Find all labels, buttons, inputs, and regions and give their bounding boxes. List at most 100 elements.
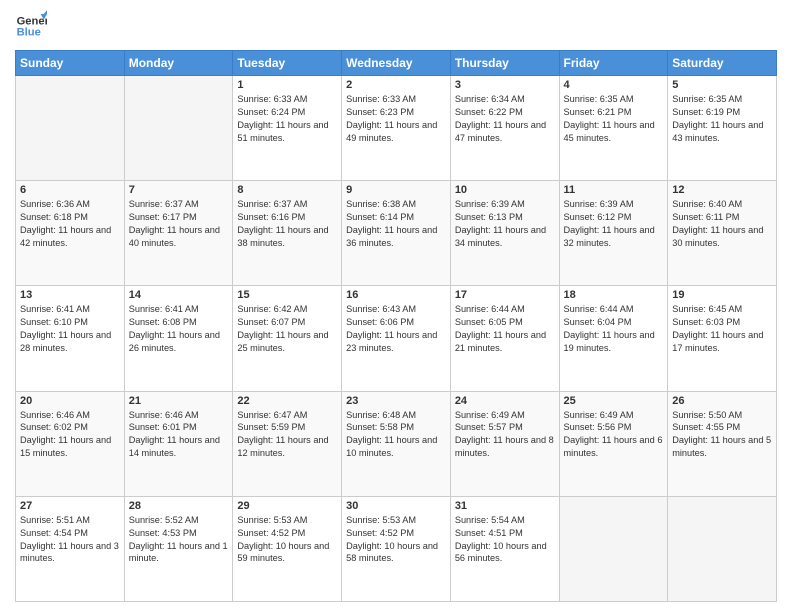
day-info: Sunrise: 6:33 AM Sunset: 6:24 PM Dayligh… [237,93,337,145]
calendar-cell: 10Sunrise: 6:39 AM Sunset: 6:13 PM Dayli… [450,181,559,286]
day-info: Sunrise: 6:34 AM Sunset: 6:22 PM Dayligh… [455,93,555,145]
day-number: 18 [564,289,664,301]
day-info: Sunrise: 6:35 AM Sunset: 6:21 PM Dayligh… [564,93,664,145]
day-info: Sunrise: 5:53 AM Sunset: 4:52 PM Dayligh… [237,514,337,566]
calendar-cell: 30 Sunrise: 5:53 AM Sunset: 4:52 PM Dayli… [342,496,451,601]
page: General Blue SundayMondayTuesdayWednesda… [0,0,792,612]
day-info: Sunrise: 6:33 AM Sunset: 6:23 PM Dayligh… [346,93,446,145]
calendar-cell: 15 Sunrise: 6:42 AM Sunset: 6:07 PM Dayli… [233,286,342,391]
day-info: Sunrise: 6:46 AM Sunset: 6:02 PM Dayligh… [20,409,120,461]
calendar-cell: 16 Sunrise: 6:43 AM Sunset: 6:06 PM Dayli… [342,286,451,391]
weekday-header-friday: Friday [559,51,668,76]
calendar-cell: 21Sunrise: 6:46 AM Sunset: 6:01 PM Dayli… [124,391,233,496]
day-number: 16 [346,289,446,301]
calendar-cell: 11 Sunrise: 6:39 AM Sunset: 6:12 PM Dayli… [559,181,668,286]
day-number: 15 [237,289,337,301]
day-number: 13 [20,289,120,301]
weekday-header-sunday: Sunday [16,51,125,76]
day-info: Sunrise: 6:49 AM Sunset: 5:57 PM Dayligh… [455,409,555,461]
day-number: 4 [564,79,664,91]
day-number: 11 [564,184,664,196]
day-number: 9 [346,184,446,196]
calendar-cell [668,496,777,601]
week-row-1: 1Sunrise: 6:33 AM Sunset: 6:24 PM Daylig… [16,76,777,181]
day-number: 23 [346,395,446,407]
calendar-cell: 14 Sunrise: 6:41 AM Sunset: 6:08 PM Dayli… [124,286,233,391]
day-info: Sunrise: 5:53 AM Sunset: 4:52 PM Dayligh… [346,514,446,566]
day-number: 7 [129,184,229,196]
day-number: 27 [20,500,120,512]
day-number: 5 [672,79,772,91]
day-info: Sunrise: 6:47 AM Sunset: 5:59 PM Dayligh… [237,409,337,461]
day-info: Sunrise: 6:41 AM Sunset: 6:08 PM Dayligh… [129,303,229,355]
day-number: 17 [455,289,555,301]
day-info: Sunrise: 6:46 AM Sunset: 6:01 PM Dayligh… [129,409,229,461]
day-info: Sunrise: 6:43 AM Sunset: 6:06 PM Dayligh… [346,303,446,355]
day-number: 24 [455,395,555,407]
calendar-cell [124,76,233,181]
day-info: Sunrise: 6:40 AM Sunset: 6:11 PM Dayligh… [672,198,772,250]
day-number: 22 [237,395,337,407]
day-info: Sunrise: 6:42 AM Sunset: 6:07 PM Dayligh… [237,303,337,355]
day-info: Sunrise: 6:44 AM Sunset: 6:04 PM Dayligh… [564,303,664,355]
calendar-cell: 25Sunrise: 6:49 AM Sunset: 5:56 PM Dayli… [559,391,668,496]
day-info: Sunrise: 6:35 AM Sunset: 6:19 PM Dayligh… [672,93,772,145]
calendar-cell: 29Sunrise: 5:53 AM Sunset: 4:52 PM Dayli… [233,496,342,601]
day-number: 25 [564,395,664,407]
day-number: 8 [237,184,337,196]
day-info: Sunrise: 6:44 AM Sunset: 6:05 PM Dayligh… [455,303,555,355]
day-info: Sunrise: 6:38 AM Sunset: 6:14 PM Dayligh… [346,198,446,250]
calendar-cell: 19Sunrise: 6:45 AM Sunset: 6:03 PM Dayli… [668,286,777,391]
weekday-header-wednesday: Wednesday [342,51,451,76]
calendar-cell: 27 Sunrise: 5:51 AM Sunset: 4:54 PM Dayli… [16,496,125,601]
day-number: 28 [129,500,229,512]
day-number: 19 [672,289,772,301]
day-info: Sunrise: 6:39 AM Sunset: 6:12 PM Dayligh… [564,198,664,250]
calendar-cell: 20 Sunrise: 6:46 AM Sunset: 6:02 PM Dayli… [16,391,125,496]
day-info: Sunrise: 6:39 AM Sunset: 6:13 PM Dayligh… [455,198,555,250]
weekday-header-tuesday: Tuesday [233,51,342,76]
calendar-cell [16,76,125,181]
svg-text:Blue: Blue [17,27,41,39]
header: General Blue [15,10,777,42]
day-info: Sunrise: 6:48 AM Sunset: 5:58 PM Dayligh… [346,409,446,461]
day-info: Sunrise: 5:52 AM Sunset: 4:53 PM Dayligh… [129,514,229,566]
day-info: Sunrise: 6:37 AM Sunset: 6:16 PM Dayligh… [237,198,337,250]
calendar-cell: 28 Sunrise: 5:52 AM Sunset: 4:53 PM Dayli… [124,496,233,601]
day-number: 12 [672,184,772,196]
calendar-cell: 9 Sunrise: 6:38 AM Sunset: 6:14 PM Daylig… [342,181,451,286]
day-number: 14 [129,289,229,301]
calendar-cell: 23 Sunrise: 6:48 AM Sunset: 5:58 PM Dayli… [342,391,451,496]
calendar-cell: 17 Sunrise: 6:44 AM Sunset: 6:05 PM Dayli… [450,286,559,391]
weekday-header-monday: Monday [124,51,233,76]
day-info: Sunrise: 5:54 AM Sunset: 4:51 PM Dayligh… [455,514,555,566]
day-number: 6 [20,184,120,196]
calendar-cell: 22 Sunrise: 6:47 AM Sunset: 5:59 PM Dayli… [233,391,342,496]
day-number: 2 [346,79,446,91]
calendar-cell: 31 Sunrise: 5:54 AM Sunset: 4:51 PM Dayli… [450,496,559,601]
calendar-cell: 6 Sunrise: 6:36 AM Sunset: 6:18 PM Daylig… [16,181,125,286]
calendar-cell: 1Sunrise: 6:33 AM Sunset: 6:24 PM Daylig… [233,76,342,181]
weekday-header-saturday: Saturday [668,51,777,76]
week-row-3: 13Sunrise: 6:41 AM Sunset: 6:10 PM Dayli… [16,286,777,391]
calendar-cell: 12 Sunrise: 6:40 AM Sunset: 6:11 PM Dayli… [668,181,777,286]
day-info: Sunrise: 5:50 AM Sunset: 4:55 PM Dayligh… [672,409,772,461]
day-number: 26 [672,395,772,407]
day-number: 20 [20,395,120,407]
week-row-2: 6 Sunrise: 6:36 AM Sunset: 6:18 PM Daylig… [16,181,777,286]
day-number: 3 [455,79,555,91]
calendar-cell: 5 Sunrise: 6:35 AM Sunset: 6:19 PM Daylig… [668,76,777,181]
day-info: Sunrise: 5:51 AM Sunset: 4:54 PM Dayligh… [20,514,120,566]
weekday-header-thursday: Thursday [450,51,559,76]
logo: General Blue [15,10,51,42]
day-number: 31 [455,500,555,512]
week-row-4: 20 Sunrise: 6:46 AM Sunset: 6:02 PM Dayli… [16,391,777,496]
day-info: Sunrise: 6:36 AM Sunset: 6:18 PM Dayligh… [20,198,120,250]
calendar-cell: 2 Sunrise: 6:33 AM Sunset: 6:23 PM Daylig… [342,76,451,181]
week-row-5: 27 Sunrise: 5:51 AM Sunset: 4:54 PM Dayli… [16,496,777,601]
day-number: 30 [346,500,446,512]
day-info: Sunrise: 6:37 AM Sunset: 6:17 PM Dayligh… [129,198,229,250]
calendar-cell: 8 Sunrise: 6:37 AM Sunset: 6:16 PM Daylig… [233,181,342,286]
calendar-cell: 3 Sunrise: 6:34 AM Sunset: 6:22 PM Daylig… [450,76,559,181]
calendar-table: SundayMondayTuesdayWednesdayThursdayFrid… [15,50,777,602]
